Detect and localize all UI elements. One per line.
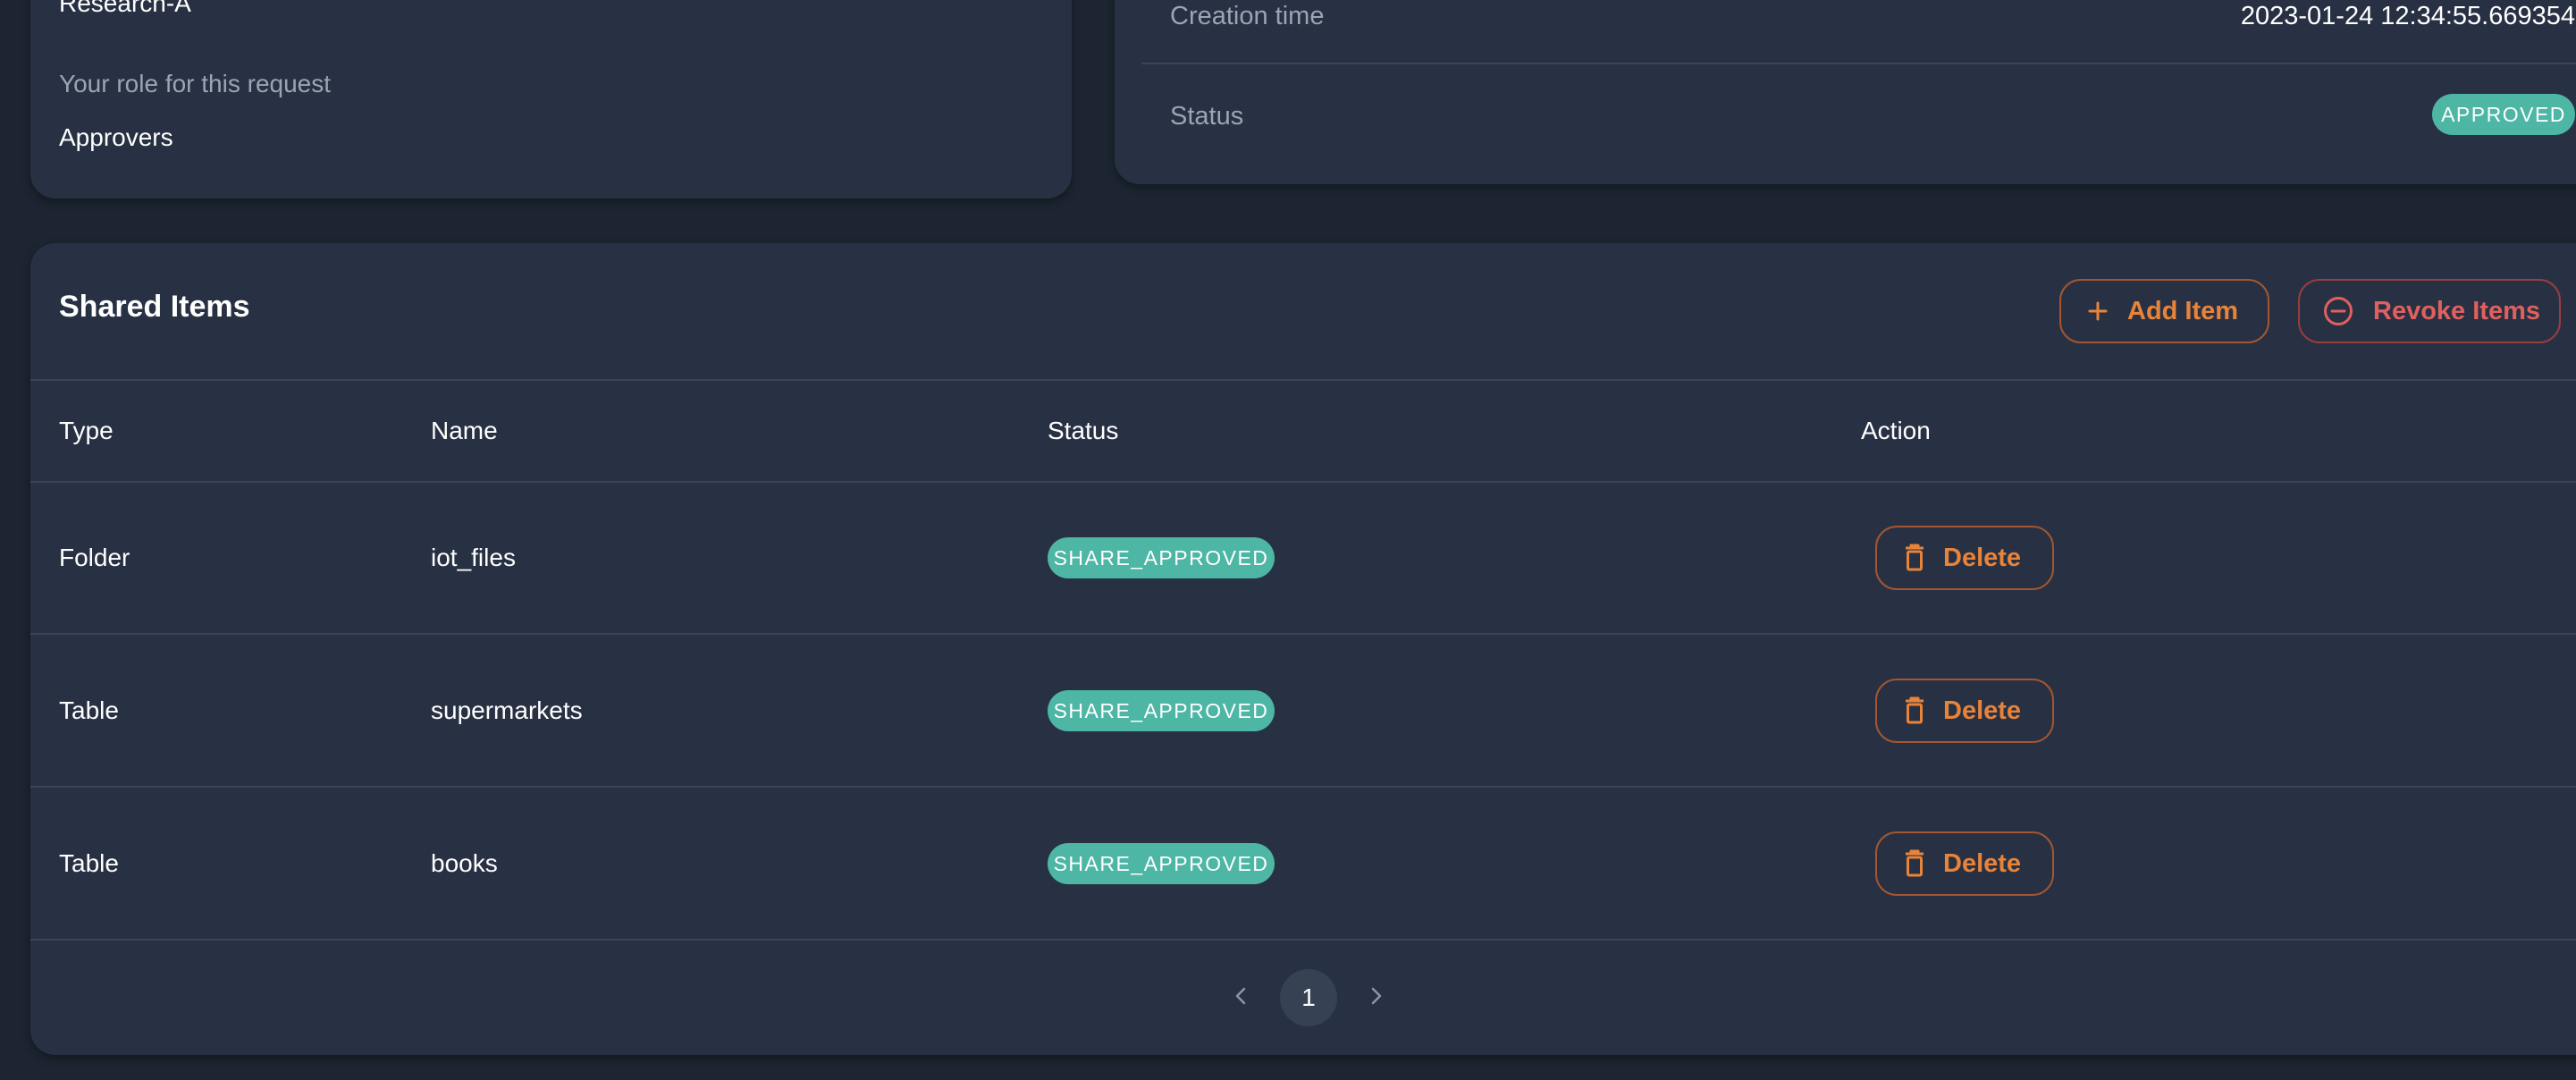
chevron-left-icon	[1233, 986, 1248, 1010]
row-type: Folder	[59, 544, 130, 571]
status-badge: APPROVED	[2432, 94, 2575, 135]
creation-time-label: Creation time	[1170, 2, 1325, 30]
row-name: books	[431, 849, 498, 877]
column-header-action: Action	[1861, 417, 1931, 444]
divider	[30, 379, 2576, 381]
divider	[30, 786, 2576, 788]
minus-circle-icon	[2323, 296, 2353, 326]
delete-button[interactable]: Delete	[1875, 526, 2054, 590]
delete-button[interactable]: Delete	[1875, 679, 2054, 743]
role-value: Approvers	[59, 123, 173, 151]
trash-icon	[1904, 696, 1925, 725]
divider	[30, 633, 2576, 635]
divider	[30, 481, 2576, 483]
row-name: supermarkets	[431, 696, 583, 724]
divider	[30, 939, 2576, 941]
row-type: Table	[59, 849, 119, 877]
revoke-items-button[interactable]: Revoke Items	[2298, 279, 2561, 343]
prev-page-button[interactable]	[1223, 980, 1259, 1016]
shared-items-title: Shared Items	[59, 290, 250, 324]
row-status-badge: SHARE_APPROVED	[1048, 690, 1275, 731]
chevron-right-icon	[1369, 986, 1384, 1010]
team-value: Research-A	[59, 0, 191, 17]
column-header-status: Status	[1048, 417, 1119, 444]
role-label: Your role for this request	[59, 70, 332, 97]
delete-label: Delete	[1943, 696, 2022, 725]
request-info-card: Research-A Your role for this request Ap…	[30, 0, 1072, 198]
next-page-button[interactable]	[1359, 980, 1394, 1016]
row-status-badge: SHARE_APPROVED	[1048, 537, 1275, 578]
page-button[interactable]: 1	[1280, 969, 1337, 1026]
delete-label: Delete	[1943, 848, 2022, 878]
row-name: iot_files	[431, 544, 516, 571]
row-status-badge: SHARE_APPROVED	[1048, 843, 1275, 884]
trash-icon	[1904, 544, 1925, 572]
column-header-type: Type	[59, 417, 114, 444]
creation-time-value: 2023-01-24 12:34:55.669354	[2240, 2, 2575, 30]
row-type: Table	[59, 696, 119, 724]
shared-items-card: Shared Items Add Item Revoke Items Type …	[30, 243, 2576, 1055]
status-label: Status	[1170, 102, 1244, 131]
add-item-label: Add Item	[2127, 296, 2239, 325]
plus-icon	[2088, 301, 2108, 321]
revoke-items-label: Revoke Items	[2373, 296, 2540, 325]
request-details-card: Creation time 2023-01-24 12:34:55.669354…	[1115, 0, 2576, 184]
delete-label: Delete	[1943, 543, 2022, 572]
delete-button[interactable]: Delete	[1875, 831, 2054, 896]
add-item-button[interactable]: Add Item	[2059, 279, 2269, 343]
divider	[1141, 63, 2576, 64]
column-header-name: Name	[431, 417, 498, 444]
trash-icon	[1904, 849, 1925, 878]
